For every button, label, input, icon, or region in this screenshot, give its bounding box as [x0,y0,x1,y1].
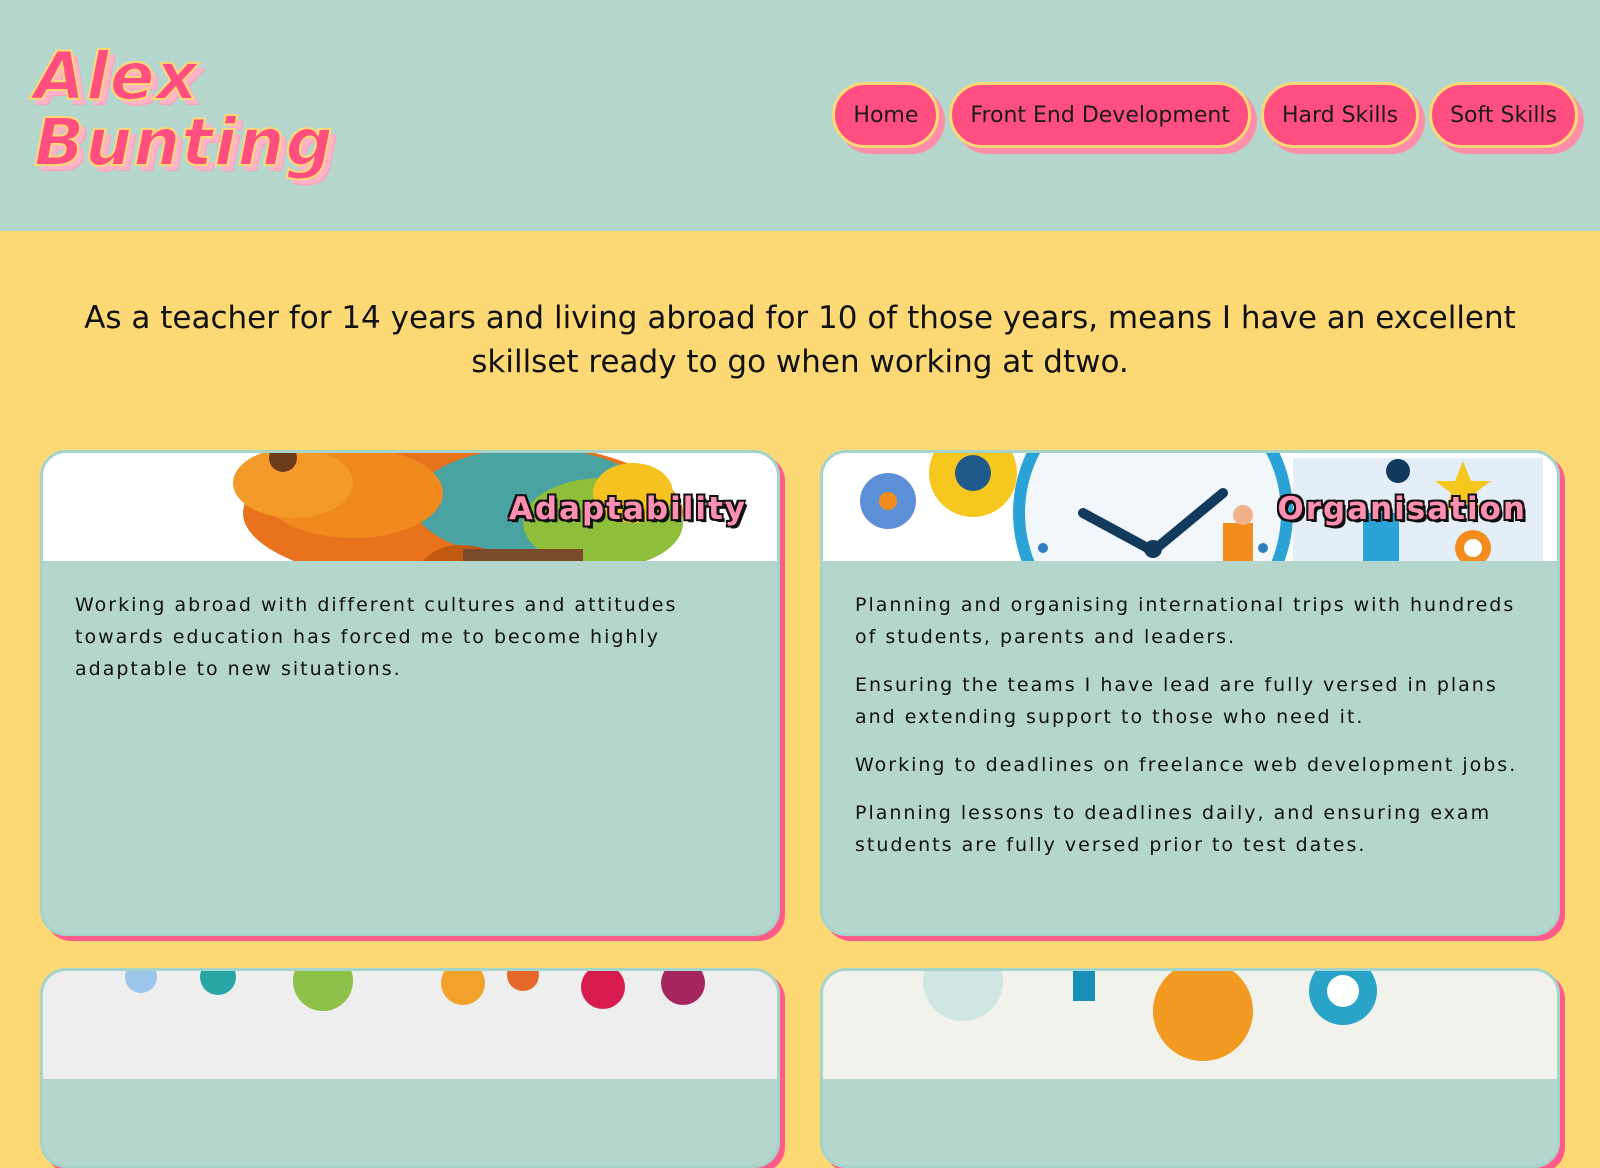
site-logo[interactable]: Alex Bunting [33,38,334,181]
skill-card-4 [820,968,1560,1168]
nav-hard-skills-button[interactable]: Hard Skills [1260,82,1420,148]
logo-line-1: Alex [33,38,200,115]
nav-home-button[interactable]: Home [832,82,940,148]
logo-line-2: Bunting [33,104,334,181]
card-banner [823,971,1557,1079]
card-body: Working abroad with different cultures a… [43,561,777,721]
site-header: Alex Bunting Home Front End Development … [0,0,1600,231]
card-banner [43,971,777,1079]
card-title: Organisation [1277,491,1527,527]
card-paragraph: Working abroad with different cultures a… [75,594,678,680]
nav-soft-skills-button[interactable]: Soft Skills [1429,82,1578,148]
nav-front-end-development-button[interactable]: Front End Development [949,82,1251,148]
main-nav: Home Front End Development Hard Skills S… [832,82,1578,148]
communication-network-illustration [43,971,777,1079]
card-banner: Adaptability [43,453,777,561]
card-body: Planning and organising international tr… [823,561,1557,897]
card-title: Adaptability [508,491,747,527]
intro-text: As a teacher for 14 years and living abr… [84,300,1516,380]
card-banner: Organisation [823,453,1557,561]
card-paragraph: Ensuring the teams I have lead are fully… [855,674,1498,728]
card-paragraph: Planning and organising international tr… [855,594,1516,648]
skill-card-organisation: Organisation Planning and organising int… [820,450,1560,936]
card-paragraph: Planning lessons to deadlines daily, and… [855,802,1492,856]
skill-card-adaptability: Adaptability Working abroad with differe… [40,450,780,936]
skill-card-3 [40,968,780,1168]
teamwork-gears-illustration [823,971,1557,1079]
card-paragraph: Working to deadlines on freelance web de… [855,754,1518,776]
